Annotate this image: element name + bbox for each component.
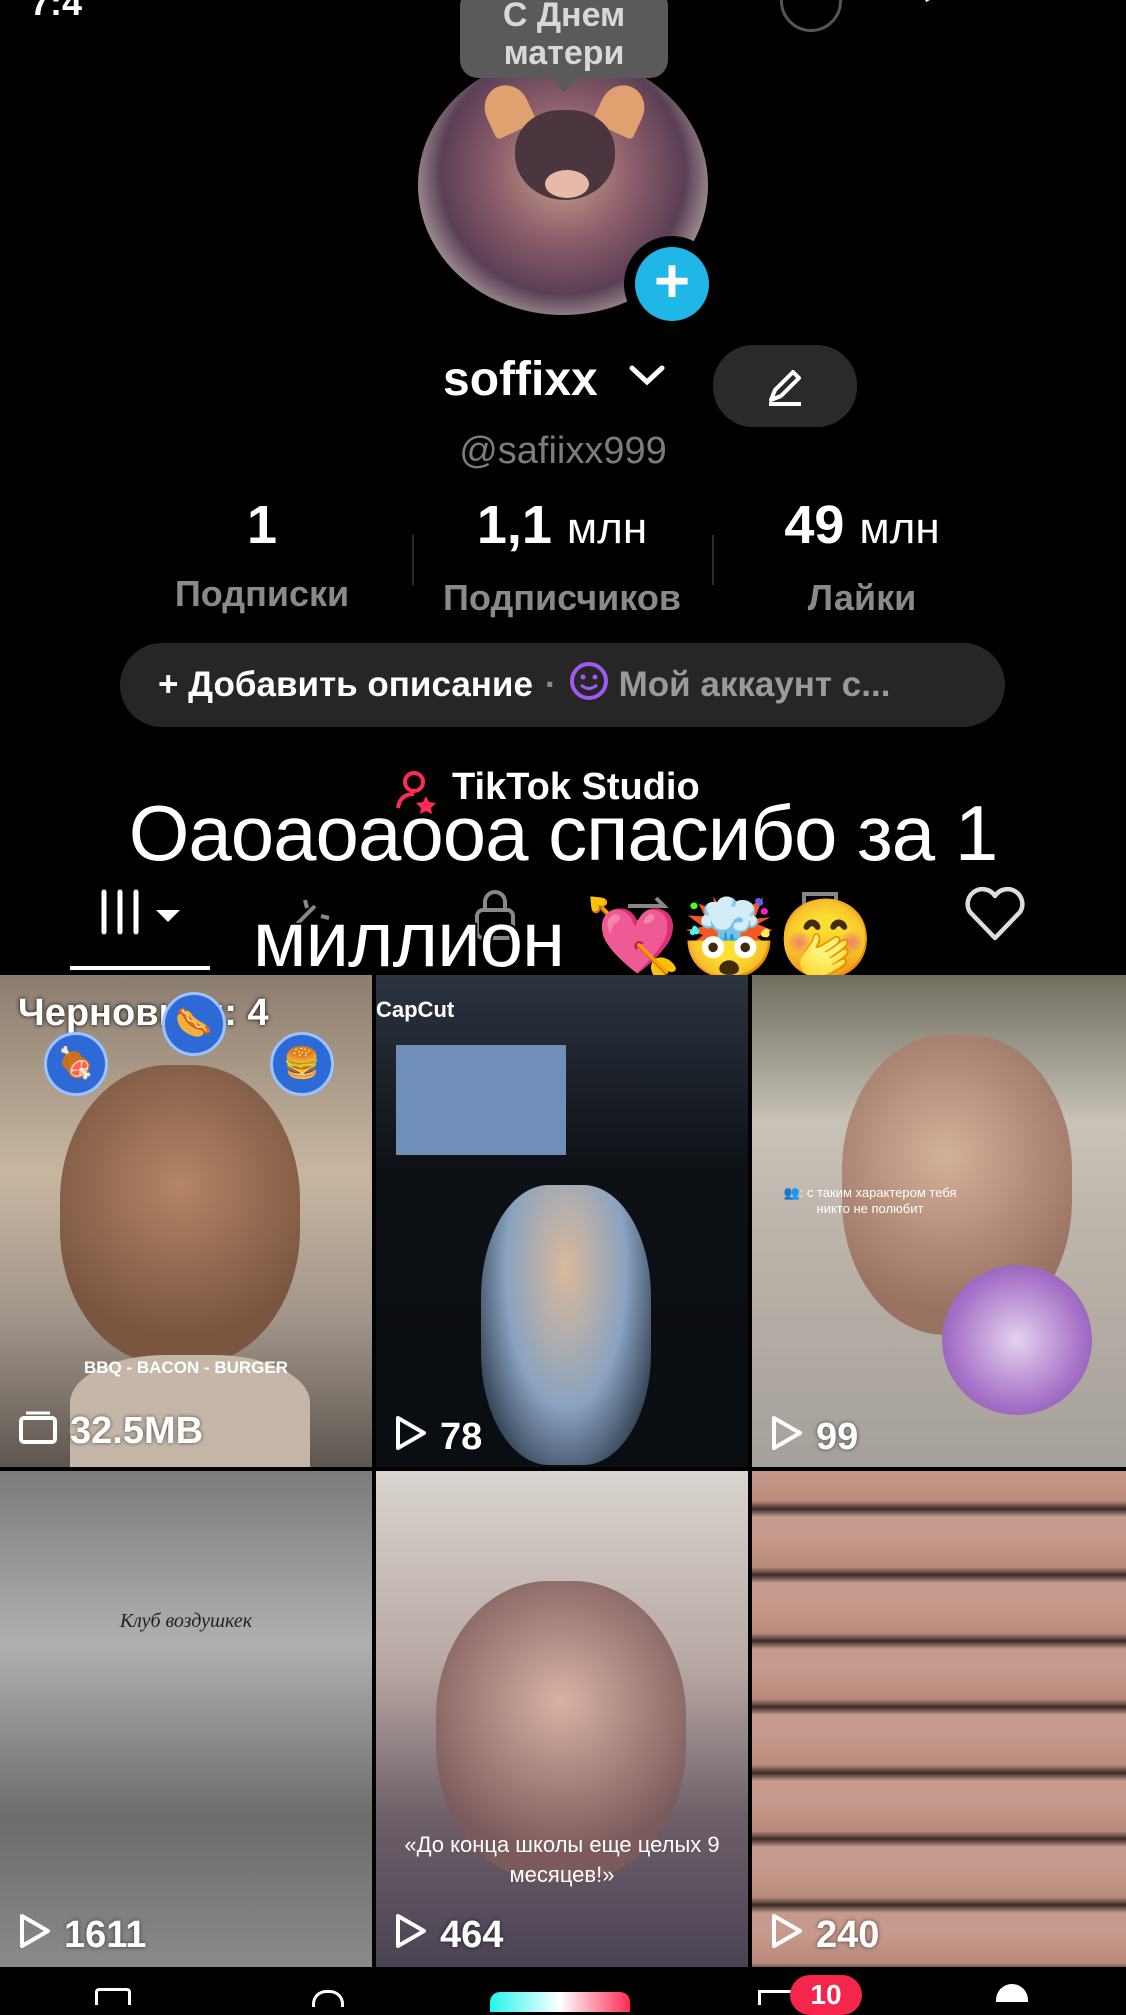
play-icon bbox=[770, 1912, 804, 1959]
plus-icon: + bbox=[635, 247, 709, 321]
play-icon bbox=[770, 1414, 804, 1461]
overlay-caption: Оаоаоаооа спасибо за 1 миллион 💘🤯🤭 bbox=[127, 787, 1001, 985]
view-count: 99 bbox=[770, 1414, 858, 1461]
add-story-button[interactable]: + bbox=[624, 236, 720, 332]
inbox-badge: 10 bbox=[790, 1975, 862, 2015]
chevron-down-icon[interactable] bbox=[628, 360, 666, 399]
create-button[interactable] bbox=[490, 1992, 630, 2012]
home-icon[interactable] bbox=[95, 1988, 131, 2005]
stat-followers[interactable]: 1,1 млн Подписчиков bbox=[412, 495, 712, 619]
draft-size: 32.5MB bbox=[18, 1410, 203, 1453]
edit-profile-button[interactable] bbox=[713, 345, 857, 427]
view-count: 464 bbox=[394, 1912, 503, 1959]
profile-views-icon[interactable] bbox=[780, 0, 842, 32]
stat-likes-num: 49 bbox=[784, 495, 845, 555]
status-time: 7:4 bbox=[30, 0, 83, 23]
tile3-caption: 👥: с таким характером тебя никто не полю… bbox=[783, 1185, 957, 1216]
video-tile-2[interactable] bbox=[376, 975, 748, 1467]
view-count-text: 1611 bbox=[64, 1914, 147, 1956]
draft-size-text: 32.5MB bbox=[70, 1410, 204, 1452]
thumbnail-sky bbox=[396, 1045, 566, 1155]
video-tile-5[interactable] bbox=[376, 1471, 748, 1967]
stat-followers-num: 1,1 bbox=[476, 495, 552, 555]
play-icon bbox=[394, 1912, 428, 1959]
play-icon bbox=[18, 1912, 52, 1959]
video-tile-3[interactable] bbox=[752, 975, 1126, 1467]
thumbnail-player bbox=[481, 1185, 651, 1465]
thumbnail-flower bbox=[942, 1265, 1092, 1415]
play-icon bbox=[394, 1414, 428, 1461]
view-count-text: 240 bbox=[816, 1914, 880, 1956]
capcut-watermark: CapCut bbox=[376, 997, 455, 1022]
tile4-caption: Клуб воздушкек bbox=[119, 1610, 253, 1632]
view-count-text: 464 bbox=[440, 1914, 504, 1956]
avatar-tooltip-text: С Днем матери bbox=[502, 0, 626, 72]
bio-separator: · bbox=[544, 665, 557, 704]
video-tile-6[interactable] bbox=[752, 1471, 1126, 1967]
stat-following-label: Подписки bbox=[174, 573, 350, 614]
stat-following-num: 1 bbox=[246, 495, 278, 555]
account-description-label[interactable]: Мой аккаунт с... bbox=[619, 665, 891, 705]
thumbnail-face bbox=[60, 1065, 300, 1365]
meat-emoji-bubble: 🍖 bbox=[44, 1032, 108, 1096]
view-count: 1611 bbox=[18, 1912, 146, 1959]
share-icon[interactable] bbox=[920, 0, 970, 15]
video-tile-4[interactable] bbox=[0, 1471, 372, 1967]
add-bio-pill[interactable]: + Добавить описание · Мой аккаунт с... bbox=[120, 643, 1005, 727]
view-count-text: 78 bbox=[440, 1416, 483, 1458]
friends-icon[interactable] bbox=[312, 1990, 344, 2007]
view-count-text: 99 bbox=[816, 1416, 859, 1458]
display-name[interactable]: soffixx bbox=[443, 352, 598, 407]
drafts-label: Черновики: 4 bbox=[18, 992, 269, 1034]
stat-likes-label: Лайки bbox=[807, 577, 917, 618]
stat-likes[interactable]: 49 млн Лайки bbox=[712, 495, 1012, 619]
stat-likes-unit: млн bbox=[859, 504, 940, 553]
avatar-tooltip: С Днем матери bbox=[460, 0, 668, 92]
burger-emoji-bubble: 🍔 bbox=[270, 1032, 334, 1096]
dog-nose-filter bbox=[545, 170, 589, 198]
stat-followers-unit: млн bbox=[566, 504, 648, 553]
filter-text: BBQ - BACON - BURGER bbox=[84, 1358, 288, 1377]
rocket-emoji-bubble: 🌭 bbox=[162, 992, 226, 1056]
smiley-icon bbox=[569, 661, 609, 710]
add-bio-label[interactable]: + Добавить описание bbox=[158, 665, 533, 705]
view-count: 240 bbox=[770, 1912, 879, 1959]
pencil-icon bbox=[769, 370, 801, 406]
folder-icon bbox=[18, 1410, 58, 1453]
user-handle: @safiixx999 bbox=[459, 430, 667, 472]
stat-followers-label: Подписчиков bbox=[443, 577, 681, 618]
stat-following[interactable]: 1 Подписки bbox=[112, 495, 412, 615]
view-count: 78 bbox=[394, 1414, 482, 1461]
tile5-caption: «До конца школы еще целых 9 месяцев!» bbox=[404, 1832, 720, 1887]
